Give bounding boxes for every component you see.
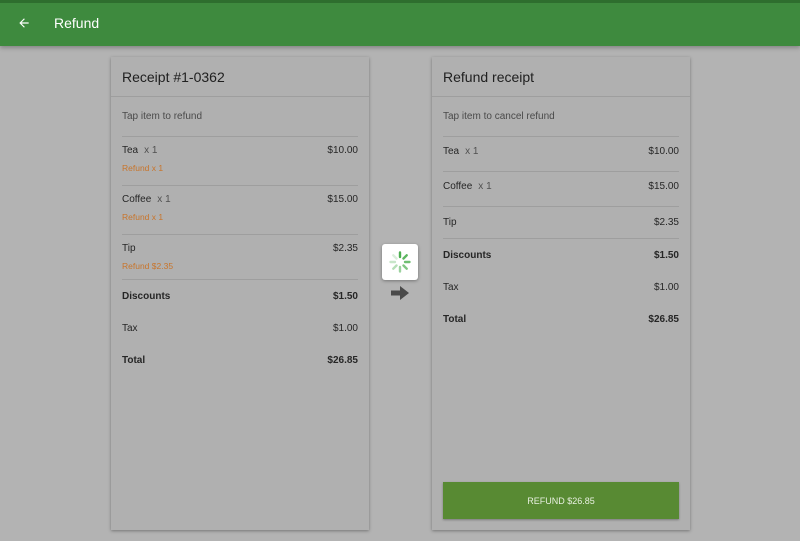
receipt-item-coffee[interactable]: Coffee x 1 $15.00 Refund x 1: [122, 186, 358, 235]
refund-receipt-card: Refund receipt Tap item to cancel refund…: [432, 57, 690, 530]
discounts-row: Discounts $1.50: [122, 280, 358, 312]
discounts-row: Discounts $1.50: [443, 239, 679, 271]
discounts-label: Discounts: [443, 249, 492, 261]
item-name: Coffee: [122, 194, 152, 205]
receipt-card: Receipt #1-0362 Tap item to refund Tea x …: [111, 57, 369, 530]
back-button[interactable]: [0, 0, 48, 46]
item-refund-status: Refund x 1: [122, 212, 164, 222]
receipt-item-tea[interactable]: Tea x 1 $10.00 Refund x 1: [122, 137, 358, 186]
arrow-left-icon: [19, 18, 29, 28]
total-label: Total: [443, 313, 467, 325]
item-price: $15.00: [327, 194, 358, 205]
tax-row: Tax $1.00: [443, 271, 679, 303]
refund-receipt-hint: Tap item to cancel refund: [443, 97, 679, 137]
refund-item-coffee[interactable]: Coffee x 1 $15.00: [443, 172, 679, 207]
tip-label: Tip: [443, 217, 457, 228]
tax-label: Tax: [122, 322, 138, 334]
spinner-icon: [389, 251, 411, 273]
refund-item-tea[interactable]: Tea x 1 $10.00: [443, 137, 679, 172]
discounts-amount: $1.50: [653, 249, 679, 261]
item-price: $10.00: [648, 146, 679, 157]
receipt-hint: Tap item to refund: [122, 97, 358, 137]
loading-spinner: [382, 244, 418, 280]
item-name: Coffee: [443, 181, 473, 192]
item-qty: x 1: [478, 181, 492, 192]
item-price: $10.00: [327, 145, 358, 156]
tip-amount: $2.35: [332, 243, 358, 254]
discounts-amount: $1.50: [332, 290, 358, 302]
discounts-label: Discounts: [122, 290, 171, 302]
arrow-right-icon: [390, 285, 410, 301]
total-amount: $26.85: [648, 313, 679, 325]
tax-row: Tax $1.00: [122, 312, 358, 344]
total-label: Total: [122, 354, 146, 366]
app-bar: Refund: [0, 0, 800, 46]
total-amount: $26.85: [327, 354, 358, 366]
item-refund-status: Refund x 1: [122, 163, 164, 173]
item-qty: x 1: [465, 146, 479, 157]
item-name: Tea: [443, 146, 460, 157]
refund-button[interactable]: REFUND $26.85: [443, 482, 679, 519]
item-qty: x 1: [144, 145, 158, 156]
total-row: Total $26.85: [122, 344, 358, 376]
item-name: Tea: [122, 145, 139, 156]
refund-receipt-title: Refund receipt: [432, 57, 690, 97]
page-title: Refund: [54, 15, 100, 31]
tip-refund-status: Refund $2.35: [122, 261, 174, 271]
item-price: $15.00: [648, 181, 679, 192]
tip-label: Tip: [122, 243, 136, 254]
item-qty: x 1: [157, 194, 171, 205]
total-row: Total $26.85: [443, 303, 679, 335]
tip-amount: $2.35: [653, 217, 679, 228]
refund-tip-row[interactable]: Tip $2.35: [443, 207, 679, 239]
tax-label: Tax: [443, 281, 459, 293]
receipt-title: Receipt #1-0362: [111, 57, 369, 97]
tax-amount: $1.00: [332, 322, 358, 334]
receipt-tip-row[interactable]: Tip $2.35 Refund $2.35: [122, 235, 358, 280]
tax-amount: $1.00: [653, 281, 679, 293]
